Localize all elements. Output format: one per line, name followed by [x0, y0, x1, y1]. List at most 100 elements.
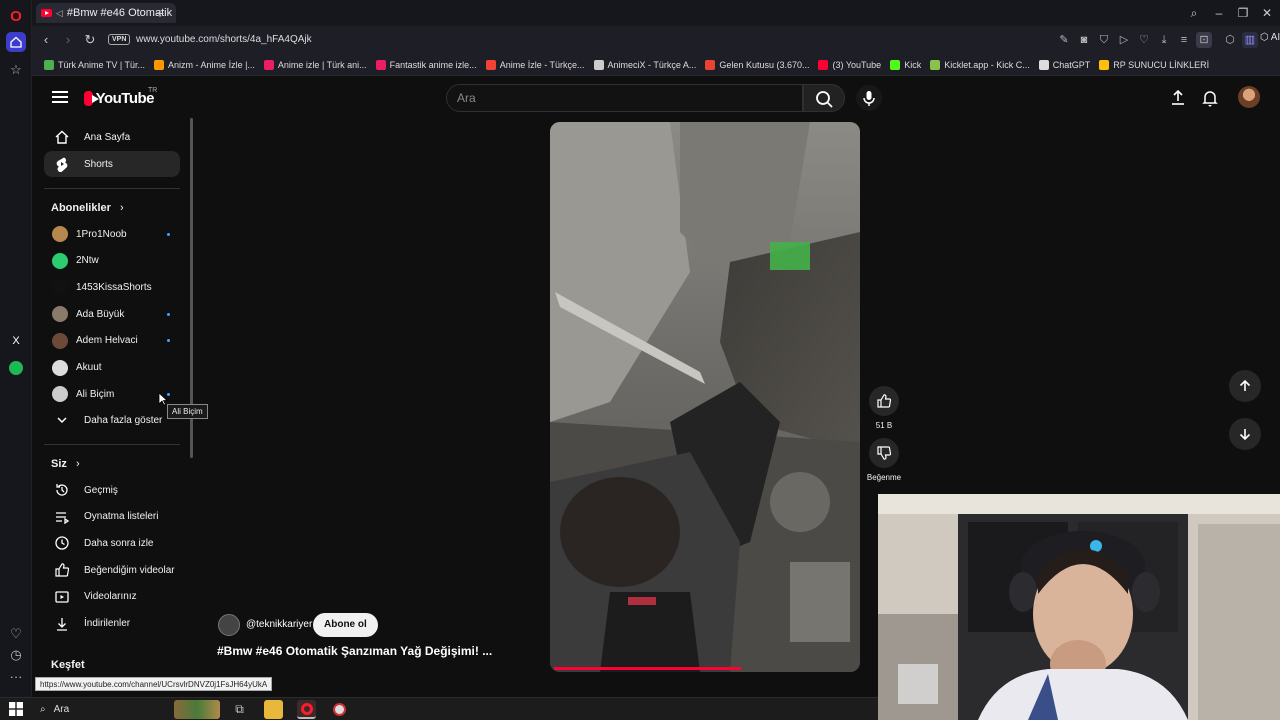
- bookmark-item[interactable]: Gelen Kutusu (3.670...: [705, 59, 809, 70]
- search-button[interactable]: [803, 84, 845, 112]
- sidebar-item-your-videos[interactable]: Videolarınız: [44, 584, 180, 610]
- subscribe-button[interactable]: Abone ol: [313, 613, 378, 637]
- bookmark-item[interactable]: Kick: [890, 59, 921, 70]
- file-explorer-icon[interactable]: [264, 700, 283, 719]
- sidebar-item-watch-later[interactable]: Daha sonra izle: [44, 530, 180, 556]
- heart-outline-icon[interactable]: ♡: [1136, 32, 1152, 48]
- windows-start-icon[interactable]: [9, 702, 23, 716]
- maximize-button[interactable]: ❐: [1233, 4, 1253, 22]
- bookmark-item[interactable]: Kicklet.app - Kick C...: [930, 59, 1030, 70]
- play-icon[interactable]: ▷: [1116, 32, 1132, 48]
- more-icon[interactable]: ···: [6, 666, 26, 686]
- shield-icon[interactable]: ⛉: [1096, 32, 1112, 48]
- watch-later-icon: [46, 535, 78, 551]
- download-icon[interactable]: ⤓: [1156, 32, 1172, 48]
- back-button[interactable]: ‹: [37, 31, 55, 49]
- ai-label: AI: [1270, 32, 1280, 43]
- new-content-dot: [167, 339, 170, 343]
- home-icon: [46, 129, 78, 145]
- show-more-button[interactable]: Daha fazla göster: [44, 407, 180, 433]
- channel-avatar: [52, 332, 68, 349]
- bookmark-item[interactable]: Anime izle | Türk ani...: [263, 59, 367, 70]
- sidebar-item-history[interactable]: Geçmiş: [44, 477, 180, 503]
- menu-lines-icon[interactable]: ≡: [1176, 32, 1192, 48]
- bookmark-label: Kicklet.app - Kick C...: [944, 59, 1030, 70]
- bookmark-item[interactable]: Türk Anime TV | Tür...: [44, 59, 145, 70]
- close-window-button[interactable]: ✕: [1257, 4, 1277, 22]
- task-view-icon[interactable]: ⧉: [230, 700, 249, 719]
- obs-taskbar-icon[interactable]: [330, 700, 349, 719]
- sidebar-item-home[interactable]: Ana Sayfa: [44, 124, 180, 150]
- chevron-down-icon: [46, 413, 78, 427]
- sidebar-channel-item[interactable]: 1453KissaShorts: [44, 274, 180, 300]
- star-icon[interactable]: ☆: [6, 60, 26, 80]
- bookmark-item[interactable]: Anime İzle - Türkçe...: [485, 59, 585, 70]
- divider: [44, 188, 180, 189]
- tab-search-icon[interactable]: ⌕: [1184, 4, 1204, 22]
- sidebar-item-label: Videolarınız: [84, 591, 137, 603]
- bookmark-item[interactable]: ChatGPT: [1038, 59, 1090, 70]
- home-icon[interactable]: [6, 32, 26, 52]
- sidebar-item-downloads[interactable]: İndirilenler: [44, 611, 180, 637]
- subscriptions-header[interactable]: Abonelikler ›: [51, 202, 124, 214]
- next-short-button[interactable]: [1229, 418, 1261, 450]
- you-header[interactable]: Siz ›: [51, 458, 80, 470]
- shorts-video-player[interactable]: [550, 122, 860, 672]
- bookmark-item[interactable]: RP SUNUCU LİNKLERİ: [1099, 59, 1209, 70]
- sidebar-toggle-icon[interactable]: ▥: [1242, 32, 1258, 48]
- heart-icon[interactable]: ♡: [6, 624, 26, 644]
- like-button[interactable]: [869, 386, 899, 416]
- voice-search-button[interactable]: [856, 85, 882, 111]
- bookmark-item[interactable]: (3) YouTube: [818, 59, 881, 70]
- sidebar-channel-item[interactable]: 1Pro1Noob: [44, 221, 180, 247]
- sidebar-channel-item[interactable]: Akuut: [44, 355, 180, 381]
- clock-icon[interactable]: ◷: [6, 645, 26, 665]
- sidebar-channel-item[interactable]: Ada Büyük: [44, 301, 180, 327]
- x-twitter-icon[interactable]: X: [6, 331, 26, 351]
- bookmark-item[interactable]: Fantastik anime izle...: [375, 59, 477, 70]
- bookmark-favicon-icon: [1038, 59, 1049, 70]
- lock-icon[interactable]: ⊡: [1196, 32, 1212, 48]
- downloads-icon: [46, 616, 78, 632]
- sidebar-item-playlists[interactable]: Oynatma listeleri: [44, 504, 180, 530]
- mute-icon[interactable]: ◁: [56, 8, 63, 19]
- opera-logo-icon[interactable]: O: [6, 6, 26, 26]
- webcam-overlay: [878, 494, 1280, 720]
- spotify-icon[interactable]: [6, 358, 26, 378]
- camera-icon[interactable]: ◙: [1076, 32, 1092, 48]
- dislike-button[interactable]: [869, 438, 899, 468]
- vpn-badge[interactable]: VPN: [108, 34, 131, 45]
- forward-button[interactable]: ›: [59, 31, 77, 49]
- youtube-wordmark: YouTube: [95, 89, 155, 107]
- url-field[interactable]: www.youtube.com/shorts/4a_hFA4QAjk: [136, 31, 1036, 49]
- search-input[interactable]: [447, 85, 802, 111]
- channel-avatar[interactable]: [218, 614, 240, 636]
- account-avatar[interactable]: [1238, 86, 1260, 108]
- bookmark-item[interactable]: Anizm - Anime İzle |...: [154, 59, 255, 70]
- sidebar-item-shorts[interactable]: Shorts: [44, 151, 180, 177]
- edit-icon[interactable]: ✎: [1056, 32, 1072, 48]
- channel-name[interactable]: @teknikkariyer: [246, 619, 312, 630]
- mouse-cursor-icon: [158, 392, 168, 406]
- opera-taskbar-icon[interactable]: [297, 700, 316, 719]
- video-title[interactable]: #Bmw #e46 Otomatik Şanzıman Yağ Değişimi…: [217, 644, 492, 658]
- upload-button[interactable]: [1168, 88, 1188, 108]
- aria-ai-button[interactable]: ⬡ AI: [1260, 32, 1280, 43]
- liked-icon: [46, 562, 78, 578]
- notifications-button[interactable]: [1200, 88, 1220, 108]
- new-tab-button[interactable]: +: [151, 4, 169, 22]
- channel-avatar: [52, 306, 68, 323]
- youtube-logo[interactable]: YouTube: [84, 89, 155, 107]
- sidebar-channel-item[interactable]: Adem Helvaci: [44, 328, 180, 354]
- hamburger-menu-button[interactable]: [50, 88, 70, 108]
- minimize-button[interactable]: –: [1209, 4, 1229, 22]
- sidebar-channel-item[interactable]: 2Ntw: [44, 248, 180, 274]
- sidebar-item-liked[interactable]: Beğendiğim videolar: [44, 557, 180, 583]
- video-progress-bar[interactable]: [554, 667, 742, 670]
- playlists-icon: [46, 509, 78, 525]
- aria-icon: ⬡: [1260, 32, 1269, 43]
- previous-short-button[interactable]: [1229, 370, 1261, 402]
- reload-button[interactable]: ↻: [81, 31, 99, 49]
- extensions-icon[interactable]: ⬡: [1222, 32, 1238, 48]
- bookmark-item[interactable]: AnimeciX - Türkçe A...: [593, 59, 696, 70]
